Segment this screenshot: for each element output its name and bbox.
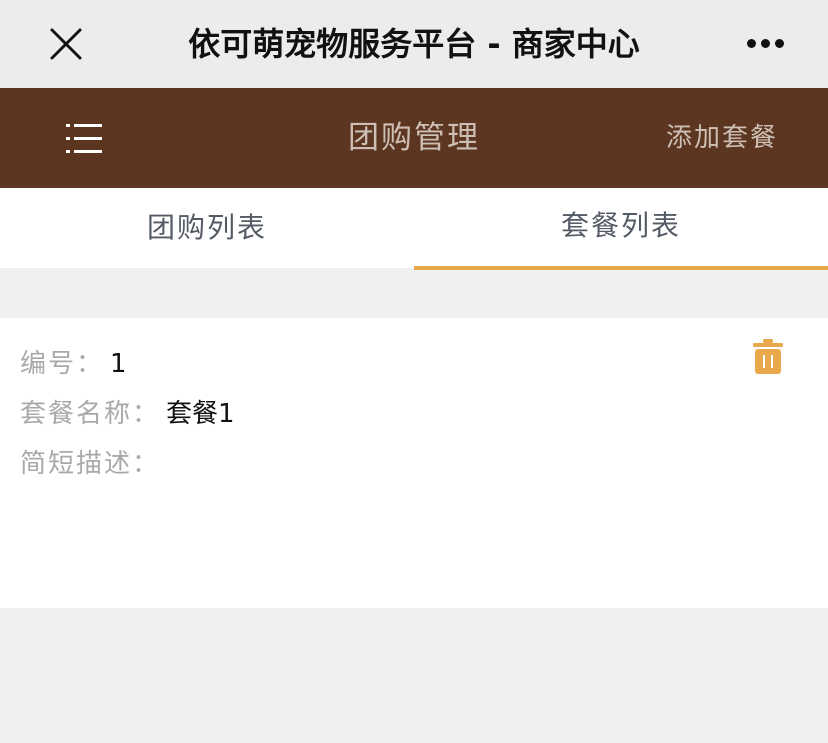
package-desc-row: 简短描述： [20, 444, 166, 484]
window-title: 依可萌宠物服务平台 - 商家中心 [188, 25, 640, 63]
tab-bar: 团购列表 套餐列表 [0, 188, 828, 270]
tab-package-list[interactable]: 套餐列表 [414, 188, 828, 270]
wechat-topbar: 依可萌宠物服务平台 - 商家中心 [0, 0, 828, 88]
trash-icon[interactable] [748, 336, 788, 376]
tab-group-buy-list[interactable]: 团购列表 [0, 188, 414, 268]
close-icon[interactable] [44, 22, 88, 66]
add-package-button[interactable]: 添加套餐 [666, 88, 778, 188]
close-button[interactable] [44, 22, 88, 66]
page-title: 团购管理 [348, 120, 480, 156]
menu-button[interactable] [56, 114, 112, 162]
package-desc-label: 简短描述： [20, 449, 161, 479]
page-header: 团购管理 添加套餐 [0, 88, 828, 188]
package-id-row: 编号： 1 [20, 344, 127, 384]
package-id-label: 编号： [20, 349, 105, 379]
menu-list-icon[interactable] [56, 114, 112, 162]
package-card: 编号： 1 套餐名称： 套餐1 简短描述： [0, 318, 828, 608]
package-name-value: 套餐1 [166, 399, 235, 429]
delete-package-button[interactable] [748, 336, 788, 376]
more-button[interactable] [740, 24, 790, 64]
package-name-row: 套餐名称： 套餐1 [20, 394, 235, 434]
package-id-value: 1 [110, 349, 127, 379]
package-name-label: 套餐名称： [20, 399, 161, 429]
